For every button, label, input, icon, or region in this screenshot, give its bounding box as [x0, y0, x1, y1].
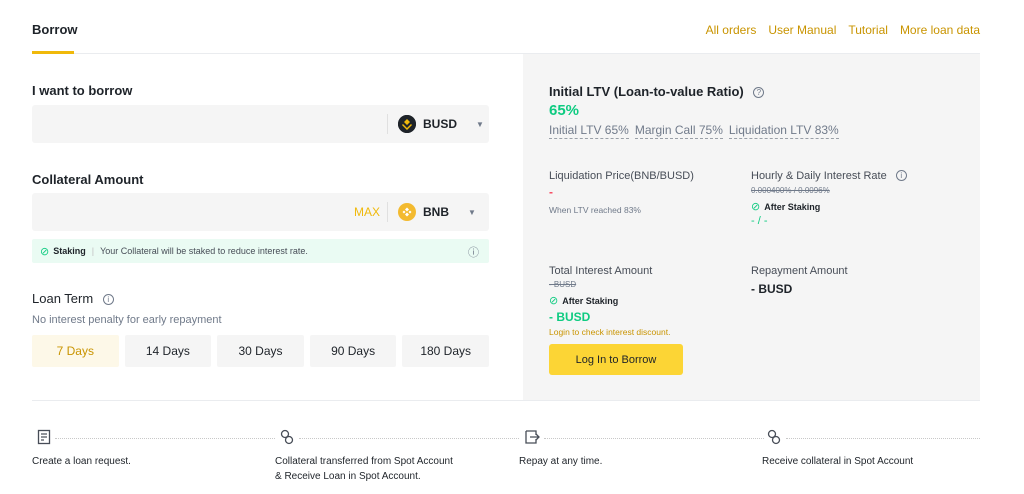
total-interest-old: - BUSD: [549, 280, 577, 289]
check-circle-icon: ⊘: [751, 201, 761, 213]
interest-rate-label-text: Hourly & Daily Interest Rate: [751, 170, 887, 182]
repay-icon: [524, 429, 540, 445]
document-icon: [37, 429, 53, 445]
step-connector: [786, 438, 980, 439]
ltv-initial[interactable]: Initial LTV 65%: [549, 123, 629, 139]
after-staking-rate: ⊘ After Staking: [751, 200, 820, 213]
borrow-coin-label: BUSD: [423, 117, 458, 131]
bnb-icon: [398, 203, 416, 221]
repayment-label: Repayment Amount: [751, 265, 848, 277]
step-connector: [544, 438, 764, 439]
loan-term-label: Loan Term i: [32, 291, 114, 306]
separator: |: [91, 246, 95, 256]
ltv-liquidation[interactable]: Liquidation LTV 83%: [728, 123, 839, 139]
help-icon[interactable]: ?: [753, 87, 765, 98]
header: Borrow All orders User Manual Tutorial M…: [32, 0, 980, 54]
term-14-days[interactable]: 14 Days: [124, 335, 212, 367]
collateral-coin-label: BNB: [423, 205, 449, 219]
check-circle-icon: ⊘: [549, 295, 559, 307]
divider: [387, 202, 388, 222]
term-7-days[interactable]: 7 Days: [32, 335, 119, 367]
interest-rate-old: 0.000400% / 0.0096%: [751, 186, 830, 195]
ltv-breakdown: Initial LTV 65% Margin Call 75% Liquidat…: [549, 123, 839, 139]
login-discount-note[interactable]: Login to check interest discount.: [549, 327, 670, 337]
link-user-manual[interactable]: User Manual: [768, 23, 836, 37]
loan-term-options: 7 Days 14 Days 30 Days 90 Days 180 Days: [32, 335, 489, 367]
step-connector: [299, 438, 519, 439]
after-staking-label: After Staking: [764, 201, 821, 212]
borrow-input-box: BUSD ▼: [32, 105, 489, 143]
max-button[interactable]: MAX: [354, 205, 380, 219]
info-icon[interactable]: i: [895, 170, 907, 181]
exchange-icon: [279, 429, 295, 445]
chevron-down-icon: ▼: [476, 119, 484, 129]
exchange-icon: [766, 429, 782, 445]
collateral-input-box: MAX BNB ▼: [32, 193, 489, 231]
header-links: All orders User Manual Tutorial More loa…: [706, 23, 980, 37]
link-tutorial[interactable]: Tutorial: [848, 23, 888, 37]
loan-term-note: No interest penalty for early repayment: [32, 314, 222, 326]
busd-icon: [398, 115, 416, 133]
ltv-title: Initial LTV (Loan-to-value Ratio) ?: [549, 84, 765, 99]
term-30-days[interactable]: 30 Days: [217, 335, 304, 367]
after-staking-interest: ⊘ After Staking: [549, 294, 618, 307]
liquidation-price-value: -: [549, 185, 553, 199]
step-connector: [55, 438, 275, 439]
total-interest-label: Total Interest Amount: [549, 265, 653, 277]
tab-borrow[interactable]: Borrow: [32, 22, 78, 37]
collateral-coin-select[interactable]: BNB ▼: [398, 193, 476, 231]
interest-rate-label: Hourly & Daily Interest Rate i: [751, 170, 907, 182]
step-4-text: Receive collateral in Spot Account: [762, 456, 914, 467]
loan-term-text: Loan Term: [32, 291, 94, 306]
collateral-label: Collateral Amount: [32, 172, 144, 187]
liquidation-price-label: Liquidation Price(BNB/BUSD): [549, 170, 694, 182]
link-all-orders[interactable]: All orders: [706, 23, 757, 37]
repayment-value: - BUSD: [751, 282, 793, 296]
step-1-text: Create a loan request.: [32, 456, 131, 467]
total-interest-after: - BUSD: [549, 310, 591, 324]
borrow-coin-select[interactable]: BUSD ▼: [398, 105, 484, 143]
section-divider: [32, 400, 980, 401]
ltv-title-text: Initial LTV (Loan-to-value Ratio): [549, 84, 744, 99]
staking-text: Your Collateral will be staked to reduce…: [100, 246, 308, 256]
login-to-borrow-button[interactable]: Log In to Borrow: [549, 344, 683, 375]
term-90-days[interactable]: 90 Days: [309, 335, 397, 367]
liquidation-note: When LTV reached 83%: [549, 205, 641, 215]
after-staking-label: After Staking: [562, 295, 619, 306]
borrow-amount-input[interactable]: [32, 105, 332, 143]
info-icon[interactable]: i: [102, 294, 114, 305]
step-3-text: Repay at any time.: [519, 456, 603, 467]
divider: [387, 114, 388, 134]
check-circle-icon: ⊘: [40, 245, 50, 258]
ltv-margin-call[interactable]: Margin Call 75%: [634, 123, 723, 139]
interest-rate-after: - / -: [751, 215, 768, 227]
step-2-text: Collateral transferred from Spot Account…: [275, 456, 453, 482]
staking-title: Staking: [53, 246, 86, 256]
tab-active-indicator: [32, 51, 74, 54]
ltv-value: 65%: [549, 102, 580, 119]
link-more-loan-data[interactable]: More loan data: [900, 23, 980, 37]
staking-banner: ⊘ Staking | Your Collateral will be stak…: [32, 239, 489, 263]
term-180-days[interactable]: 180 Days: [402, 335, 489, 367]
chevron-down-icon: ▼: [468, 207, 476, 217]
loan-summary-panel: Initial LTV (Loan-to-value Ratio) ? 65% …: [523, 54, 980, 400]
collateral-amount-input[interactable]: [32, 193, 332, 231]
info-icon[interactable]: ⓘ: [468, 244, 479, 260]
borrow-label: I want to borrow: [32, 83, 133, 98]
